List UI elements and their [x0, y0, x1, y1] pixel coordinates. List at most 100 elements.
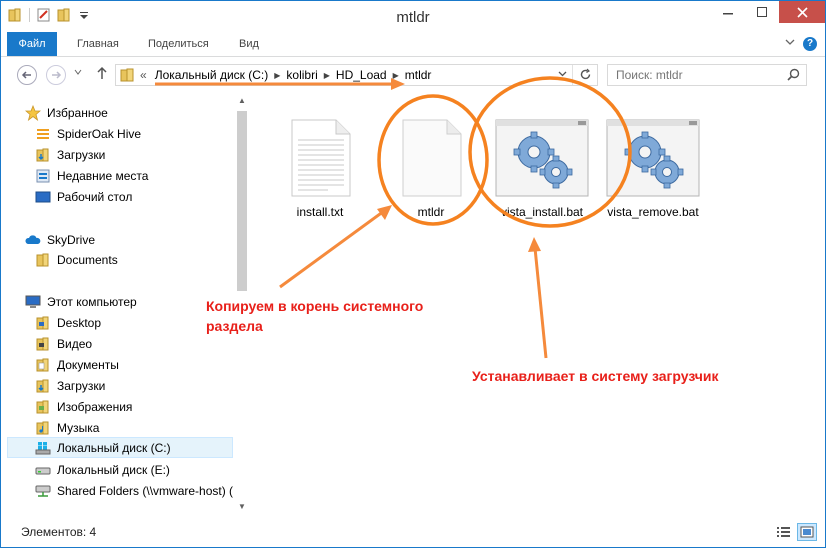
search-box[interactable] [607, 64, 807, 86]
annotation-install-note: Устанавливает в систему загрузчик [472, 368, 719, 384]
nav-item-spideroak[interactable]: SpiderOak Hive [35, 123, 234, 144]
scrollbar-thumb[interactable] [237, 111, 247, 291]
nav-item-label: Изображения [57, 399, 133, 414]
address-dropdown-icon[interactable] [558, 69, 567, 80]
nav-item-local-disk-c[interactable]: Локальный диск (C:) [7, 437, 233, 458]
navigation-tree: Избранное SpiderOak Hive Загрузки Недавн… [1, 93, 234, 519]
blank-file-icon [399, 118, 463, 201]
pictures-folder-icon [35, 399, 51, 415]
breadcrumb-hd-load[interactable]: HD_Load [332, 68, 391, 82]
file-item[interactable]: mtldr [375, 101, 487, 219]
folder-icon [35, 315, 51, 331]
window-controls [711, 1, 825, 23]
nav-item-shared-folders[interactable]: Shared Folders (\\vmware-host) ( [35, 480, 234, 501]
navigation-bar: « Локальный диск (C:) ▶ kolibri ▶ HD_Loa… [1, 58, 825, 92]
batch-gears-icon [605, 118, 701, 201]
downloads-folder-icon [35, 147, 51, 163]
title-bar: mtldr [1, 1, 825, 32]
cloud-icon [25, 232, 41, 248]
item-count: Элементов: 4 [21, 525, 97, 539]
nav-item-desktop-folder[interactable]: Desktop [35, 312, 234, 333]
up-icon[interactable] [96, 66, 108, 82]
expand-ribbon-icon[interactable] [785, 37, 795, 50]
breadcrumb-kolibri[interactable]: kolibri [282, 68, 321, 82]
breadcrumb-local-disk[interactable]: Локальный диск (C:) [151, 68, 273, 82]
nav-item-label: Избранное [47, 105, 108, 120]
drive-icon [35, 462, 51, 478]
tab-home[interactable]: Главная [65, 32, 131, 56]
nav-item-this-pc[interactable]: Этот компьютер [25, 291, 234, 312]
nav-item-label: SkyDrive [47, 232, 96, 247]
folder-icon [120, 68, 136, 82]
details-view-icon[interactable] [773, 523, 793, 541]
breadcrumb-separator-icon[interactable]: ▶ [391, 71, 401, 80]
windows-drive-icon [35, 440, 51, 456]
star-icon [24, 104, 42, 121]
window-title: mtldr [396, 9, 430, 26]
scroll-up-icon[interactable]: ▲ [234, 93, 250, 109]
nav-item-label: Desktop [57, 315, 102, 330]
nav-item-favorites[interactable]: Избранное [24, 102, 234, 123]
explorer-window: mtldr Файл Главная Поделиться Вид ? « Ло… [0, 0, 826, 548]
breadcrumb-mtldr[interactable]: mtldr [401, 68, 436, 82]
nav-item-label: Рабочий стол [57, 189, 133, 204]
folder-icon [35, 252, 51, 268]
nav-item-label: Documents [57, 252, 118, 267]
breadcrumb-separator-icon[interactable]: ▶ [322, 71, 332, 80]
network-drive-icon [35, 483, 51, 499]
breadcrumb-separator-icon[interactable]: ▶ [272, 71, 282, 80]
maximize-icon[interactable] [745, 1, 779, 23]
music-folder-icon [35, 420, 51, 436]
nav-item-label: Музыка [57, 420, 100, 435]
nav-item-label: Документы [57, 357, 119, 372]
tab-view[interactable]: Вид [227, 32, 271, 56]
large-icons-view-icon[interactable] [797, 523, 817, 541]
tab-file[interactable]: Файл [7, 32, 57, 56]
nav-item-local-disk-e[interactable]: Локальный диск (E:) [35, 459, 234, 480]
nav-item-label: Загрузки [57, 147, 106, 162]
nav-item-label: Видео [57, 336, 93, 351]
file-item[interactable]: vista_install.bat [486, 101, 598, 219]
forward-icon[interactable] [46, 65, 66, 85]
spideroak-icon [35, 126, 51, 142]
close-icon[interactable] [779, 1, 825, 23]
nav-item-desktop[interactable]: Рабочий стол [35, 186, 234, 207]
help-icon[interactable]: ? [803, 37, 817, 51]
nav-item-downloads-pc[interactable]: Загрузки [35, 375, 234, 396]
file-name: mtldr [417, 205, 445, 219]
file-item[interactable]: vista_remove.bat [597, 101, 709, 219]
file-item[interactable]: install.txt [264, 101, 376, 219]
nav-item-documents[interactable]: Документы [35, 354, 234, 375]
video-folder-icon [35, 336, 51, 352]
nav-item-skydrive[interactable]: SkyDrive [25, 229, 234, 250]
nav-item-label: Загрузки [57, 378, 106, 393]
file-name: install.txt [296, 205, 344, 219]
nav-item-label: Локальный диск (C:) [57, 440, 171, 455]
nav-item-recent-places[interactable]: Недавние места [35, 165, 234, 186]
nav-item-downloads[interactable]: Загрузки [35, 144, 234, 165]
refresh-icon[interactable] [572, 65, 597, 85]
recent-places-icon [35, 168, 51, 184]
nav-item-label: Недавние места [57, 168, 149, 183]
back-icon[interactable] [17, 65, 37, 85]
nav-item-documents-skydrive[interactable]: Documents [35, 249, 234, 270]
computer-icon [25, 294, 41, 310]
tab-share[interactable]: Поделиться [136, 32, 221, 56]
text-file-icon [288, 118, 352, 201]
nav-item-label: Этот компьютер [47, 294, 137, 309]
breadcrumb-overflow[interactable]: « [136, 68, 151, 82]
ribbon-tabs: Файл Главная Поделиться Вид ? [1, 32, 825, 57]
recent-locations-icon[interactable] [74, 68, 82, 78]
address-bar[interactable]: « Локальный диск (C:) ▶ kolibri ▶ HD_Loa… [115, 64, 598, 86]
scroll-down-icon[interactable]: ▼ [234, 499, 250, 515]
search-input[interactable] [608, 65, 778, 85]
nav-item-videos[interactable]: Видео [35, 333, 234, 354]
nav-item-music[interactable]: Музыка [35, 417, 234, 438]
downloads-folder-icon [35, 378, 51, 394]
desktop-icon [35, 189, 51, 205]
file-name: vista_install.bat [500, 205, 584, 219]
nav-item-pictures[interactable]: Изображения [35, 396, 234, 417]
nav-item-label: SpiderOak Hive [57, 126, 142, 141]
search-icon[interactable] [787, 68, 800, 81]
minimize-icon[interactable] [711, 1, 745, 23]
